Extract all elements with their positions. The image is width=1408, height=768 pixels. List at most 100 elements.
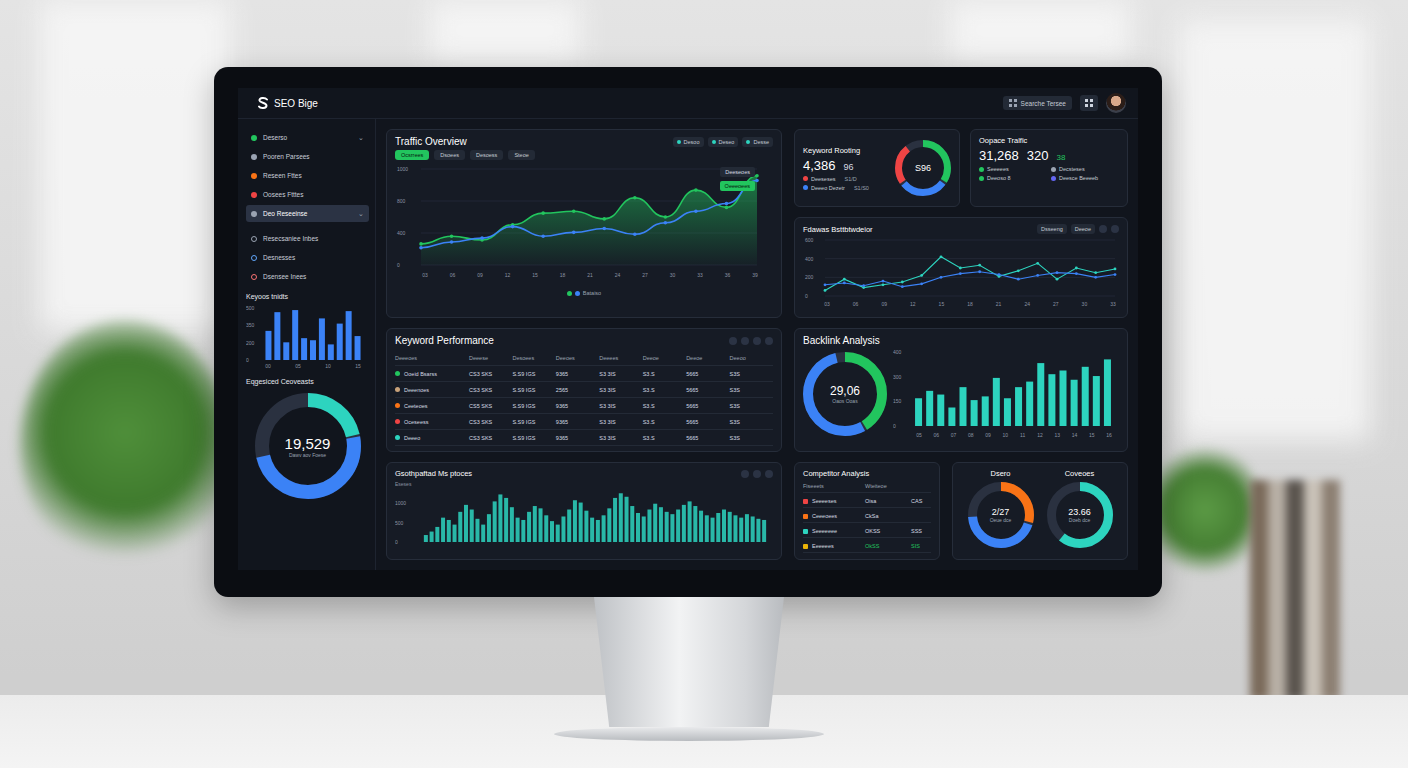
option-button[interactable] xyxy=(741,337,749,345)
data-point[interactable] xyxy=(1075,267,1078,270)
data-point[interactable] xyxy=(940,255,943,258)
data-point[interactable] xyxy=(480,236,484,240)
data-point[interactable] xyxy=(1094,276,1097,279)
data-point[interactable] xyxy=(725,202,729,206)
column-header[interactable]: Deeeoes xyxy=(395,355,469,361)
data-point[interactable] xyxy=(901,281,904,284)
data-point[interactable] xyxy=(572,231,576,235)
user-avatar[interactable] xyxy=(1106,93,1126,113)
data-point[interactable] xyxy=(920,282,923,285)
bar[interactable] xyxy=(937,395,944,426)
data-point[interactable] xyxy=(1036,274,1039,277)
bar[interactable] xyxy=(926,391,933,426)
table-row[interactable]: CeeteoesCS5 SKSS.S9 IGS9365S3 3ISS3.S566… xyxy=(395,398,773,414)
filter-chip[interactable]: Desoo xyxy=(673,137,704,147)
sidebar-item[interactable]: Deo Reseeinse ⌄ xyxy=(246,205,369,222)
data-point[interactable] xyxy=(843,282,846,285)
sidebar-item[interactable]: Pooren Parsees xyxy=(246,148,369,165)
option-button[interactable] xyxy=(729,337,737,345)
data-point[interactable] xyxy=(450,234,454,238)
bar[interactable] xyxy=(993,378,1000,426)
column-header[interactable]: Deeees xyxy=(599,355,642,361)
competitor-row[interactable]: Seeeeeee OKSS SSS xyxy=(803,525,931,538)
data-point[interactable] xyxy=(920,274,923,277)
option-button[interactable] xyxy=(765,337,773,345)
data-point[interactable] xyxy=(755,179,759,183)
data-point[interactable] xyxy=(572,209,576,213)
bar[interactable] xyxy=(1026,382,1033,426)
sidebar-item[interactable]: Resecsaniee Inbes xyxy=(246,230,369,247)
bar[interactable] xyxy=(1037,363,1044,426)
data-point[interactable] xyxy=(633,232,637,236)
data-point[interactable] xyxy=(959,267,962,270)
data-point[interactable] xyxy=(959,272,962,275)
option-button[interactable] xyxy=(1111,225,1119,233)
data-point[interactable] xyxy=(978,264,981,267)
filter-chip[interactable]: Deseo xyxy=(708,137,739,147)
competitor-row[interactable]: Ceeeoees CkSa xyxy=(803,510,931,523)
filter-chip[interactable]: Desse xyxy=(742,137,773,147)
option-button[interactable] xyxy=(741,470,749,478)
table-row[interactable]: DeeenoesCS3 SKSS.S9 IGS2565S3 3ISS3.S566… xyxy=(395,382,773,398)
data-point[interactable] xyxy=(998,273,1001,276)
data-point[interactable] xyxy=(862,284,865,287)
bar[interactable] xyxy=(1082,367,1089,426)
bar[interactable] xyxy=(1004,398,1011,426)
option-button[interactable] xyxy=(1099,225,1107,233)
column-header[interactable]: Deeoes xyxy=(556,355,599,361)
option-button[interactable] xyxy=(765,470,773,478)
column-header[interactable]: Deeoo xyxy=(730,355,773,361)
bar[interactable] xyxy=(915,398,922,426)
data-point[interactable] xyxy=(602,217,606,221)
data-point[interactable] xyxy=(694,209,698,213)
sidebar-item[interactable]: Dsensee Inees xyxy=(246,268,369,285)
data-point[interactable] xyxy=(882,283,885,286)
sidebar-item[interactable]: Deserso ⌄ xyxy=(246,129,369,146)
column-header[interactable]: Deeoe xyxy=(686,355,729,361)
filter-button[interactable] xyxy=(1080,95,1098,111)
filter-chip[interactable]: Dsseeng xyxy=(1037,224,1067,234)
data-point[interactable] xyxy=(1075,272,1078,275)
competitor-row[interactable]: Eeeeees OkSS SIS xyxy=(803,540,931,553)
bar[interactable] xyxy=(1104,359,1111,426)
data-point[interactable] xyxy=(419,242,423,246)
data-point[interactable] xyxy=(940,276,943,279)
data-point[interactable] xyxy=(882,280,885,283)
data-point[interactable] xyxy=(824,283,827,286)
data-point[interactable] xyxy=(419,246,423,250)
tab[interactable]: Desoess xyxy=(470,150,503,160)
data-point[interactable] xyxy=(602,227,606,231)
data-point[interactable] xyxy=(694,188,698,192)
sidebar-item[interactable]: Desnesses xyxy=(246,249,369,266)
tab[interactable]: Dsoees xyxy=(434,150,465,160)
tab[interactable]: Steoe xyxy=(508,150,534,160)
table-row[interactable]: DeeeoCS3 SKSS.S9 IGS9365S3 3ISS3.S5665S3… xyxy=(395,430,773,446)
data-point[interactable] xyxy=(664,221,668,225)
data-point[interactable] xyxy=(843,278,846,281)
data-point[interactable] xyxy=(1114,268,1117,271)
sidebar-item[interactable]: Oosees Ftttes xyxy=(246,186,369,203)
data-point[interactable] xyxy=(824,289,827,292)
data-point[interactable] xyxy=(633,196,637,200)
table-row[interactable]: Ooeid BsarssCS3 SKSS.S9 IGS9365S3 3ISS3.… xyxy=(395,366,773,382)
data-point[interactable] xyxy=(1017,269,1020,272)
brand[interactable]: SEO Bige xyxy=(256,96,318,110)
data-point[interactable] xyxy=(1056,271,1059,274)
column-header[interactable]: Desoees xyxy=(512,355,555,361)
data-point[interactable] xyxy=(901,285,904,288)
bar[interactable] xyxy=(971,400,978,426)
bar[interactable] xyxy=(1015,387,1022,426)
table-row[interactable]: OceseessCS3 SKSS.S9 IGS9365S3 3ISS3.S566… xyxy=(395,414,773,430)
bar[interactable] xyxy=(1060,371,1067,427)
sidebar-item[interactable]: Reseen Fttes xyxy=(246,167,369,184)
data-point[interactable] xyxy=(1017,278,1020,281)
bar[interactable] xyxy=(960,387,967,426)
bar[interactable] xyxy=(1093,376,1100,426)
data-point[interactable] xyxy=(450,240,454,244)
bar[interactable] xyxy=(1071,380,1078,426)
tab[interactable]: Ocsrrees xyxy=(395,150,429,160)
data-point[interactable] xyxy=(1094,271,1097,274)
bar[interactable] xyxy=(1048,374,1055,426)
competitor-row[interactable]: Seeeeses Oisa CAS xyxy=(803,495,931,508)
data-point[interactable] xyxy=(541,234,545,238)
